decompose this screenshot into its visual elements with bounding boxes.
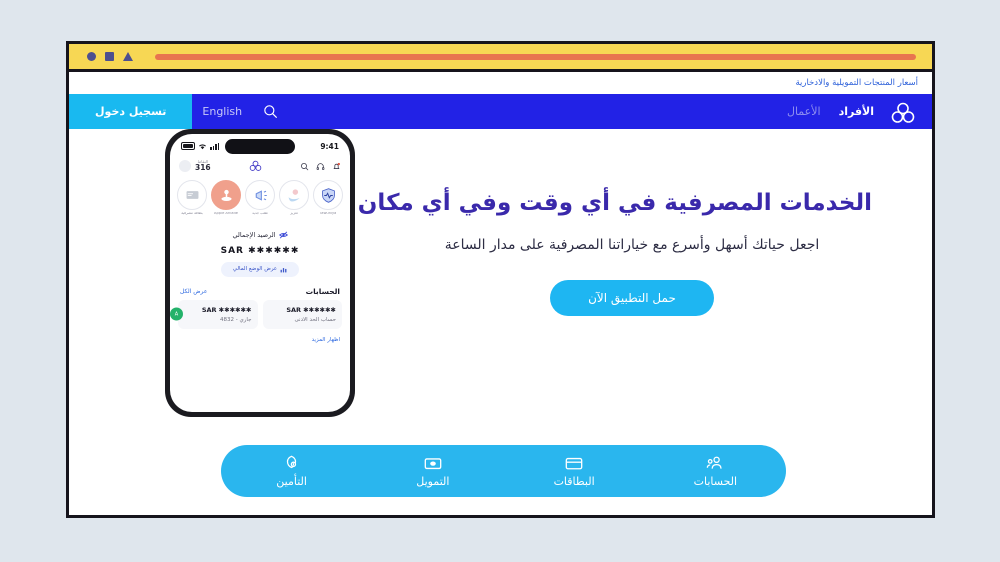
shield-health-icon — [313, 180, 343, 210]
tab-label: التأمين — [276, 474, 307, 488]
shortcut-item[interactable]: Apple Arcade — [211, 180, 241, 216]
status-left-icons — [181, 142, 220, 150]
window-square-icon[interactable] — [105, 52, 114, 61]
points-value: 316 — [195, 163, 211, 173]
phone-screen: 9:41 النقاط 316 Tawuniya تعزيز طلب جديد … — [170, 134, 350, 412]
eye-hidden-icon[interactable] — [278, 231, 288, 239]
app-tabbar: الحسابات البطاقات التمويل التأمين — [221, 445, 786, 497]
accounts-header: الحسابات عرض الكل — [170, 279, 350, 300]
navbar-right-group: الأفراد الأعمال — [787, 94, 932, 129]
account-name: حساب الحد الأدنى — [294, 316, 336, 323]
total-balance-label: الرصيد الإجمالي — [232, 230, 276, 239]
login-button[interactable]: تسجيل دخول — [69, 94, 193, 129]
window-controls — [87, 52, 133, 61]
notification-bell-icon[interactable] — [332, 162, 341, 171]
shortcut-item[interactable]: بطاقة مصرفية — [177, 180, 207, 216]
web-page: أسعار المنتجات التمويلية والادخارية الأف… — [69, 72, 932, 515]
browser-window: أسعار المنتجات التمويلية والادخارية الأف… — [66, 41, 935, 518]
nav-item-individuals[interactable]: الأفراد — [839, 105, 874, 118]
financial-position-label: عرض الوضع المالي — [232, 266, 278, 273]
bank-trefoil-logo-icon[interactable] — [891, 101, 916, 123]
language-switch-english[interactable]: English — [192, 94, 252, 129]
show-more-link[interactable]: اظهار المزيد — [170, 329, 350, 343]
hero-text-block: الخدمات المصرفية في أي وقت وفي أي مكان ا… — [357, 189, 872, 316]
insurance-shield-icon — [221, 455, 362, 472]
account-balance: ✱✱✱✱✱✱ SAR — [201, 305, 252, 314]
shortcut-label: بطاقة مصرفية — [181, 212, 203, 215]
tab-cards[interactable]: البطاقات — [504, 455, 645, 488]
phone-toolbar-right: النقاط 316 — [179, 160, 211, 172]
headphones-support-icon[interactable] — [316, 162, 325, 171]
phone-mockup: 9:41 النقاط 316 Tawuniya تعزيز طلب جديد … — [165, 129, 355, 417]
loyalty-points: النقاط 316 — [195, 160, 211, 172]
phone-toolbar-icons — [300, 162, 341, 171]
tab-insurance[interactable]: التأمين — [221, 455, 362, 488]
total-balance-header: الرصيد الإجمالي — [233, 231, 288, 239]
rates-link[interactable]: أسعار المنتجات التمويلية والادخارية — [795, 78, 918, 88]
shortcut-label: Tawuniya — [319, 212, 337, 215]
window-circle-icon[interactable] — [87, 52, 96, 61]
user-avatar[interactable] — [179, 160, 191, 172]
signal-bars-icon — [210, 142, 220, 150]
phone-status-bar: 9:41 — [170, 134, 350, 156]
tab-accounts[interactable]: الحسابات — [645, 455, 786, 488]
bank-trefoil-logo-icon — [249, 160, 262, 171]
total-balance-block: الرصيد الإجمالي ✱✱✱✱✱✱ SAR عرض الوضع الم — [170, 218, 350, 279]
joystick-icon — [211, 180, 241, 210]
tab-financing[interactable]: التمويل — [362, 455, 503, 488]
phone-app-toolbar: النقاط 316 — [170, 156, 350, 174]
financial-position-button[interactable]: عرض الوضع المالي — [220, 261, 300, 277]
accounts-person-icon — [645, 455, 786, 472]
total-balance-amount: ✱✱✱✱✱✱ SAR — [220, 245, 300, 256]
phone-clock: 9:41 — [320, 141, 339, 151]
address-bar[interactable] — [155, 53, 916, 60]
wifi-icon — [199, 143, 206, 149]
main-navbar: الأفراد الأعمال English تسجيل دخول — [69, 94, 932, 129]
battery-icon — [181, 142, 195, 150]
accounts-title: الحسابات — [305, 286, 340, 296]
accounts-card-list: ✱✱✱✱✱✱ SAR حساب الحد الأدنى A ✱✱✱✱✱✱ SAR… — [170, 299, 350, 329]
navbar-spacer — [289, 94, 787, 129]
card-icon — [177, 180, 207, 210]
shortcut-item[interactable]: Tawuniya — [313, 180, 343, 216]
account-card[interactable]: A ✱✱✱✱✱✱ SAR جاري - 4832 — [170, 299, 258, 329]
tab-label: التمويل — [416, 474, 450, 488]
hero-title: الخدمات المصرفية في أي وقت وفي أي مكان — [357, 190, 872, 216]
shortcut-item[interactable]: تعزيز — [279, 180, 309, 216]
search-icon[interactable] — [300, 162, 309, 171]
accounts-view-all-link[interactable]: عرض الكل — [180, 288, 207, 295]
hero-subtitle: اجعل حياتك أسهل وأسرع مع خياراتنا المصرف… — [444, 236, 820, 253]
navbar-left-group: English تسجيل دخول — [69, 94, 289, 129]
account-status-badge: A — [170, 307, 183, 321]
phone-shortcut-row: Tawuniya تعزيز طلب جديد Apple Arcade بطا… — [170, 174, 350, 218]
account-card[interactable]: ✱✱✱✱✱✱ SAR حساب الحد الأدنى — [262, 299, 342, 329]
shortcut-item[interactable]: طلب جديد — [245, 180, 275, 216]
account-balance: ✱✱✱✱✱✱ SAR — [286, 305, 336, 314]
megaphone-icon — [245, 180, 275, 210]
shortcut-label: طلب جديد — [252, 212, 268, 215]
shortcut-label: Apple Arcade — [214, 212, 238, 215]
nav-item-business[interactable]: الأعمال — [787, 105, 821, 118]
tab-label: الحسابات — [693, 474, 738, 488]
money-bill-icon — [362, 455, 503, 472]
download-app-button[interactable]: حمل التطبيق الآن — [550, 279, 714, 316]
window-triangle-icon[interactable] — [123, 52, 133, 61]
credit-card-icon — [504, 455, 645, 472]
account-name: جاري - 4832 — [219, 316, 252, 323]
search-icon[interactable] — [252, 94, 289, 129]
browser-titlebar — [69, 44, 932, 72]
hero-section: الخدمات المصرفية في أي وقت وفي أي مكان ا… — [69, 129, 932, 515]
shortcut-label: تعزيز — [290, 212, 298, 215]
utility-bar: أسعار المنتجات التمويلية والادخارية — [69, 72, 932, 94]
hand-care-icon — [279, 180, 309, 210]
tab-label: البطاقات — [553, 474, 595, 488]
chart-bars-icon — [280, 268, 287, 273]
